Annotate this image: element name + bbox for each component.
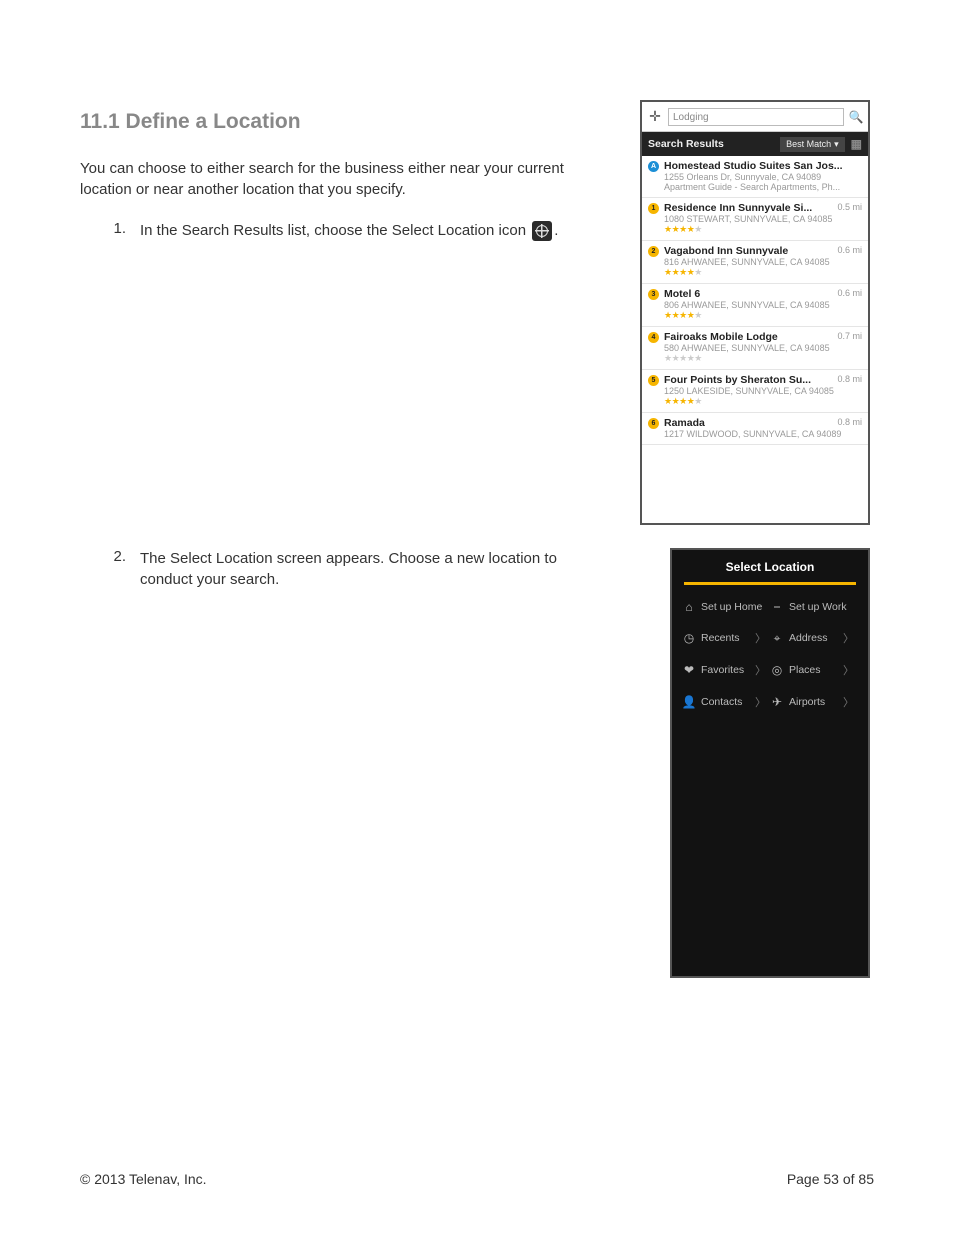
select-location-item[interactable]: ◎ Places 〉 xyxy=(770,662,858,678)
map-toggle-icon[interactable]: ▦ xyxy=(851,137,862,151)
menu-item-icon: ◎ xyxy=(770,663,784,677)
step-2-text: The Select Location screen appears. Choo… xyxy=(140,548,600,590)
result-badge: 1 xyxy=(648,203,659,214)
result-badge: 4 xyxy=(648,332,659,343)
result-distance: 0.8 mi xyxy=(837,417,862,427)
result-rating: ★★★★★ xyxy=(664,224,862,235)
menu-item-icon: ⌂ xyxy=(682,600,696,614)
chevron-right-icon: 〉 xyxy=(843,662,858,678)
accent-rule xyxy=(684,582,856,585)
select-location-item[interactable]: ⌂ Set up Home xyxy=(682,599,770,614)
result-extra: Apartment Guide - Search Apartments, Ph.… xyxy=(664,182,862,192)
result-address: 1250 LAKESIDE, SUNNYVALE, CA 94085 xyxy=(664,386,862,396)
result-rating: ★★★★★ xyxy=(664,310,862,321)
results-header: Search Results Best Match ▾ ▦ xyxy=(642,132,868,156)
result-item[interactable]: 5 Four Points by Sheraton Su... 0.8 mi 1250… xyxy=(642,370,868,413)
search-icon[interactable]: 🔍 xyxy=(844,110,868,124)
select-location-item[interactable]: ❤ Favorites 〉 xyxy=(682,662,770,678)
step-1-number: 1. xyxy=(80,220,140,237)
menu-item-icon: ❤ xyxy=(682,663,696,677)
chevron-right-icon: 〉 xyxy=(843,694,858,710)
step-2: 2. The Select Location screen appears. C… xyxy=(80,548,600,590)
result-name: Four Points by Sheraton Su... xyxy=(664,374,829,386)
menu-item-icon: ◷ xyxy=(682,631,696,645)
select-location-icon xyxy=(532,221,552,241)
menu-item-label: Set up Home xyxy=(701,601,762,613)
result-item[interactable]: 1 Residence Inn Sunnyvale Si... 0.5 mi 1080… xyxy=(642,198,868,241)
menu-item-label: Places xyxy=(789,664,821,676)
step-1-text: In the Search Results list, choose the S… xyxy=(140,220,558,241)
select-location-item[interactable]: ◷ Recents 〉 xyxy=(682,630,770,646)
result-item[interactable]: 3 Motel 6 0.6 mi 806 AHWANEE, SUNNYVALE, CA… xyxy=(642,284,868,327)
footer-copyright: © 2013 Telenav, Inc. xyxy=(80,1171,207,1187)
menu-item-icon: 👤 xyxy=(682,695,696,709)
result-name: Residence Inn Sunnyvale Si... xyxy=(664,202,829,214)
result-address: 1080 STEWART, SUNNYVALE, CA 94085 xyxy=(664,214,862,224)
result-item[interactable]: 4 Fairoaks Mobile Lodge 0.7 mi 580 AHWANEE,… xyxy=(642,327,868,370)
step-1-text-a: In the Search Results list, choose the S… xyxy=(140,222,530,239)
result-item[interactable]: 6 Ramada 0.8 mi 1217 WILDWOOD, SUNNYVALE, C… xyxy=(642,413,868,445)
result-rating: ★★★★★ xyxy=(664,267,862,278)
menu-item-label: Address xyxy=(789,632,828,644)
select-location-item[interactable]: ⎯ Set up Work xyxy=(770,599,858,614)
chevron-down-icon: ▾ xyxy=(834,139,839,150)
menu-item-label: Set up Work xyxy=(789,601,847,613)
result-distance: 0.6 mi xyxy=(837,245,862,255)
result-rating: ★★★★★ xyxy=(664,353,862,364)
footer-page: Page 53 of 85 xyxy=(787,1171,874,1187)
result-address: 1217 WILDWOOD, SUNNYVALE, CA 94089 xyxy=(664,429,862,439)
menu-item-icon: ✈ xyxy=(770,695,784,709)
result-name: Ramada xyxy=(664,417,829,429)
select-location-grid: ⌂Set up Home⎯Set up Work◷Recents〉⌖Addres… xyxy=(672,593,868,716)
select-location-item[interactable]: ⌖ Address 〉 xyxy=(770,630,858,646)
result-badge: A xyxy=(648,161,659,172)
result-distance: 0.5 mi xyxy=(837,202,862,212)
sort-label: Best Match xyxy=(786,139,831,149)
menu-item-label: Recents xyxy=(701,632,740,644)
menu-item-label: Contacts xyxy=(701,696,742,708)
chevron-right-icon: 〉 xyxy=(755,630,770,646)
menu-item-label: Favorites xyxy=(701,664,744,676)
result-badge: 3 xyxy=(648,289,659,300)
search-results-screenshot: ✛ Lodging 🔍 Search Results Best Match ▾ … xyxy=(640,100,870,525)
result-address: 1255 Orleans Dr, Sunnyvale, CA 94089 xyxy=(664,172,862,182)
result-item[interactable]: 2 Vagabond Inn Sunnyvale 0.6 mi 816 AHWANEE… xyxy=(642,241,868,284)
result-badge: 2 xyxy=(648,246,659,257)
result-address: 806 AHWANEE, SUNNYVALE, CA 94085 xyxy=(664,300,862,310)
location-crosshair-icon[interactable]: ✛ xyxy=(642,108,668,125)
chevron-right-icon: 〉 xyxy=(843,630,858,646)
result-distance: 0.7 mi xyxy=(837,331,862,341)
result-name: Motel 6 xyxy=(664,288,829,300)
result-name: Homestead Studio Suites San Jos... xyxy=(664,160,862,172)
intro-paragraph: You can choose to either search for the … xyxy=(80,158,600,200)
sort-dropdown[interactable]: Best Match ▾ xyxy=(780,137,845,152)
select-location-title: Select Location xyxy=(672,550,868,582)
select-location-item[interactable]: 👤 Contacts 〉 xyxy=(682,694,770,710)
result-distance: 0.6 mi xyxy=(837,288,862,298)
select-location-item[interactable]: ✈ Airports 〉 xyxy=(770,694,858,710)
result-distance: 0.8 mi xyxy=(837,374,862,384)
chevron-right-icon: 〉 xyxy=(755,694,770,710)
menu-item-label: Airports xyxy=(789,696,825,708)
search-bar-row: ✛ Lodging 🔍 xyxy=(642,102,868,132)
menu-item-icon: ⎯ xyxy=(770,599,784,614)
result-rating: ★★★★★ xyxy=(664,396,862,407)
result-badge: 6 xyxy=(648,418,659,429)
result-item[interactable]: A Homestead Studio Suites San Jos...1255 … xyxy=(642,156,868,198)
step-1-text-b: . xyxy=(554,222,558,239)
select-location-screenshot: Select Location ⌂ Set up Home ⎯ Set up Work… xyxy=(670,548,870,978)
result-address: 816 AHWANEE, SUNNYVALE, CA 94085 xyxy=(664,257,862,267)
chevron-right-icon: 〉 xyxy=(755,662,770,678)
result-name: Vagabond Inn Sunnyvale xyxy=(664,245,829,257)
search-input[interactable]: Lodging xyxy=(668,108,844,126)
result-name: Fairoaks Mobile Lodge xyxy=(664,331,829,343)
menu-item-icon: ⌖ xyxy=(770,631,784,646)
results-list: A Homestead Studio Suites San Jos...1255 … xyxy=(642,156,868,445)
results-header-label: Search Results xyxy=(648,138,724,150)
step-2-number: 2. xyxy=(80,548,140,565)
result-address: 580 AHWANEE, SUNNYVALE, CA 94085 xyxy=(664,343,862,353)
result-badge: 5 xyxy=(648,375,659,386)
